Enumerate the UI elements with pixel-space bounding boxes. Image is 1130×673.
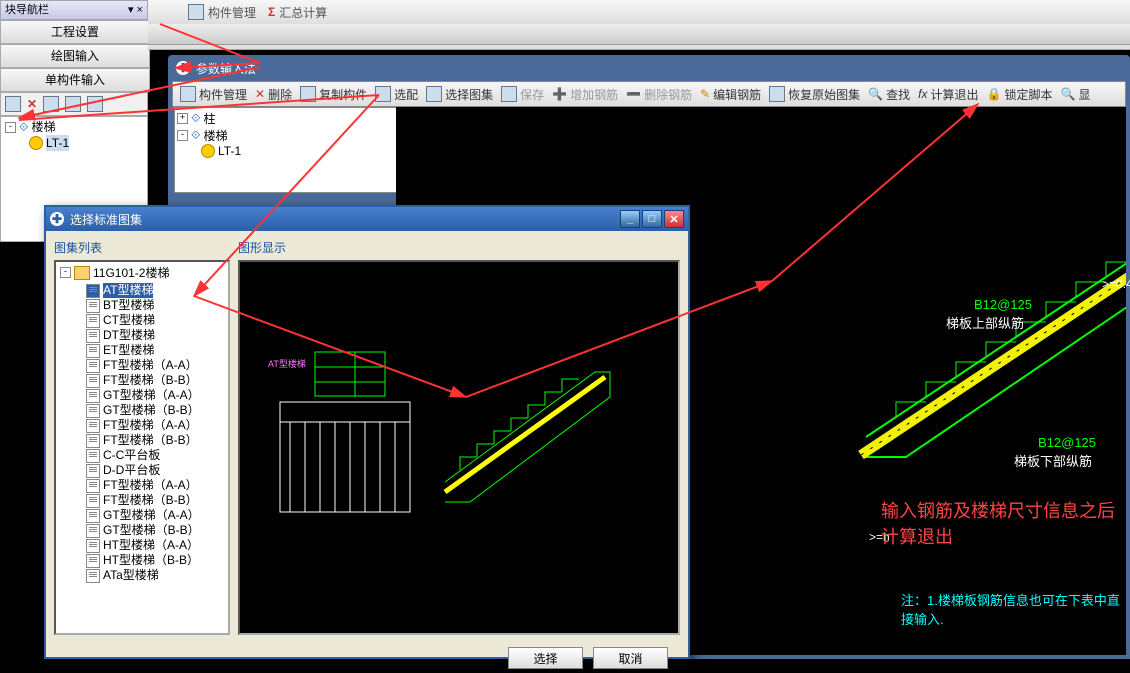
list-item[interactable]: FT型楼梯（A-A） <box>56 418 228 433</box>
doc-icon <box>86 419 100 433</box>
delete-icon[interactable]: ✕ <box>27 97 37 111</box>
max-button[interactable]: □ <box>642 210 662 228</box>
doc-icon <box>86 329 100 343</box>
dialog-title[interactable]: ✚ 选择标准图集 _ □ ✕ <box>46 207 688 231</box>
main-toolbar-top: 构件管理 Σ汇总计算 <box>148 0 1130 25</box>
preview-canvas: AT型楼梯 <box>238 260 680 635</box>
doc-icon <box>86 554 100 568</box>
btn-show[interactable]: 🔍显 <box>1057 85 1093 104</box>
btn-editbar[interactable]: ✎编辑钢筋 <box>697 85 764 104</box>
list-item[interactable]: GT型楼梯（A-A） <box>56 388 228 403</box>
list-item[interactable]: HT型楼梯（B-B） <box>56 553 228 568</box>
tab-drawing[interactable]: 绘图输入 <box>0 44 150 68</box>
list-item[interactable]: C-C平台板 <box>56 448 228 463</box>
doc-icon <box>86 404 100 418</box>
icon[interactable] <box>188 4 204 20</box>
list-item[interactable]: ET型楼梯 <box>56 343 228 358</box>
list-item[interactable]: DT型楼梯 <box>56 328 228 343</box>
cancel-button[interactable]: 取消 <box>593 647 668 669</box>
btn-goujian[interactable]: 构件管理 <box>177 85 250 104</box>
lbl-note: 注：1.楼梯板钢筋信息也可在下表中直接输入. <box>901 590 1126 628</box>
list-item[interactable]: FT型楼梯（B-B） <box>56 433 228 448</box>
btn-save[interactable]: 保存 <box>498 85 547 104</box>
sub-toolbar: 构件管理 ✕删除 复制构件 选配 选择图集 保存 ➕增加钢筋 ➖删除钢筋 ✎编辑… <box>172 81 1126 107</box>
doc-icon <box>86 509 100 523</box>
lbl-shang: 梯板上部纵筋 <box>946 313 1024 332</box>
min-button[interactable]: _ <box>620 210 640 228</box>
doc-icon <box>86 434 100 448</box>
doc-icon <box>86 344 100 358</box>
btn-xuanpei[interactable]: 选配 <box>372 85 421 104</box>
close-button[interactable]: ✕ <box>664 210 684 228</box>
lbl-xia: 梯板下部纵筋 <box>1014 451 1092 470</box>
doc-icon <box>86 284 100 298</box>
panel-iconrow: ✕ <box>0 92 148 116</box>
ok-button[interactable]: 选择 <box>508 647 583 669</box>
doc-icon <box>86 314 100 328</box>
lbl-04la: >=0.4la <box>1102 277 1130 291</box>
paste-icon[interactable] <box>65 96 81 112</box>
list-item[interactable]: CT型楼梯 <box>56 313 228 328</box>
btn-copy[interactable]: 复制构件 <box>297 85 370 104</box>
list-item[interactable]: HT型楼梯（A-A） <box>56 538 228 553</box>
gear-icon <box>29 136 43 150</box>
lbl-b12a: B12@125 <box>974 297 1032 312</box>
list-label: 图集列表 <box>54 239 230 256</box>
svg-text:AT型楼梯: AT型楼梯 <box>268 358 306 369</box>
list-item[interactable]: FT型楼梯（B-B） <box>56 493 228 508</box>
btn-addbar[interactable]: ➕增加钢筋 <box>549 85 621 104</box>
doc-icon <box>86 449 100 463</box>
doc-icon <box>86 539 100 553</box>
tab-single[interactable]: 单构件输入 <box>0 68 150 92</box>
preview-label: 图形显示 <box>238 239 680 256</box>
list-item[interactable]: GT型楼梯（B-B） <box>56 403 228 418</box>
list-item[interactable]: AT型楼梯 <box>56 283 228 298</box>
preview-svg: AT型楼梯 <box>240 262 678 633</box>
panel-header: 块导航栏 ▾ × <box>0 0 148 20</box>
select-atlas-dialog: ✚ 选择标准图集 _ □ ✕ 图集列表 -11G101-2楼梯 AT型楼梯BT型… <box>44 205 690 659</box>
btn-del[interactable]: ✕删除 <box>252 85 295 104</box>
list-item[interactable]: FT型楼梯（B-B） <box>56 373 228 388</box>
lbl-b12b: B12@125 <box>1038 435 1096 450</box>
more-icon[interactable] <box>87 96 103 112</box>
sub-window-title: ✚ 参数输入法 <box>170 57 1128 79</box>
doc-icon <box>86 299 100 313</box>
doc-icon <box>86 359 100 373</box>
list-item[interactable]: ATa型楼梯 <box>56 568 228 583</box>
list-item[interactable]: FT型楼梯（A-A） <box>56 478 228 493</box>
doc-icon <box>86 374 100 388</box>
sub-tree[interactable]: +⟐柱 -⟐楼梯 LT-1 <box>174 107 398 193</box>
doc-icon <box>86 464 100 478</box>
copy-icon[interactable] <box>43 96 59 112</box>
atlas-listbox[interactable]: -11G101-2楼梯 AT型楼梯BT型楼梯CT型楼梯DT型楼梯ET型楼梯FT型… <box>54 260 230 635</box>
list-item[interactable]: D-D平台板 <box>56 463 228 478</box>
list-item[interactable]: FT型楼梯（A-A） <box>56 358 228 373</box>
tab-engineering[interactable]: 工程设置 <box>0 20 150 44</box>
btn-find[interactable]: 🔍查找 <box>865 85 913 104</box>
doc-icon <box>86 479 100 493</box>
list-item[interactable]: GT型楼梯（B-B） <box>56 523 228 538</box>
doc-icon <box>86 524 100 538</box>
doc-icon <box>86 569 100 583</box>
list-item[interactable]: BT型楼梯 <box>56 298 228 313</box>
btn-delbar[interactable]: ➖删除钢筋 <box>623 85 695 104</box>
doc-icon <box>86 389 100 403</box>
btn-restore[interactable]: 恢复原始图集 <box>766 85 863 104</box>
btn-calc[interactable]: fx 计算退出 <box>915 85 981 104</box>
doc-icon <box>86 494 100 508</box>
gear-icon <box>201 144 215 158</box>
dialog-buttons: 选择 取消 <box>46 643 688 673</box>
btn-xuanzetj[interactable]: 选择图集 <box>423 85 496 104</box>
new-icon[interactable] <box>5 96 21 112</box>
lbl-hint: 输入钢筋及楼梯尺寸信息之后计算退出 <box>881 497 1126 549</box>
book-icon <box>74 266 90 280</box>
list-item[interactable]: GT型楼梯（A-A） <box>56 508 228 523</box>
btn-lock[interactable]: 🔒锁定脚本 <box>984 85 1056 104</box>
